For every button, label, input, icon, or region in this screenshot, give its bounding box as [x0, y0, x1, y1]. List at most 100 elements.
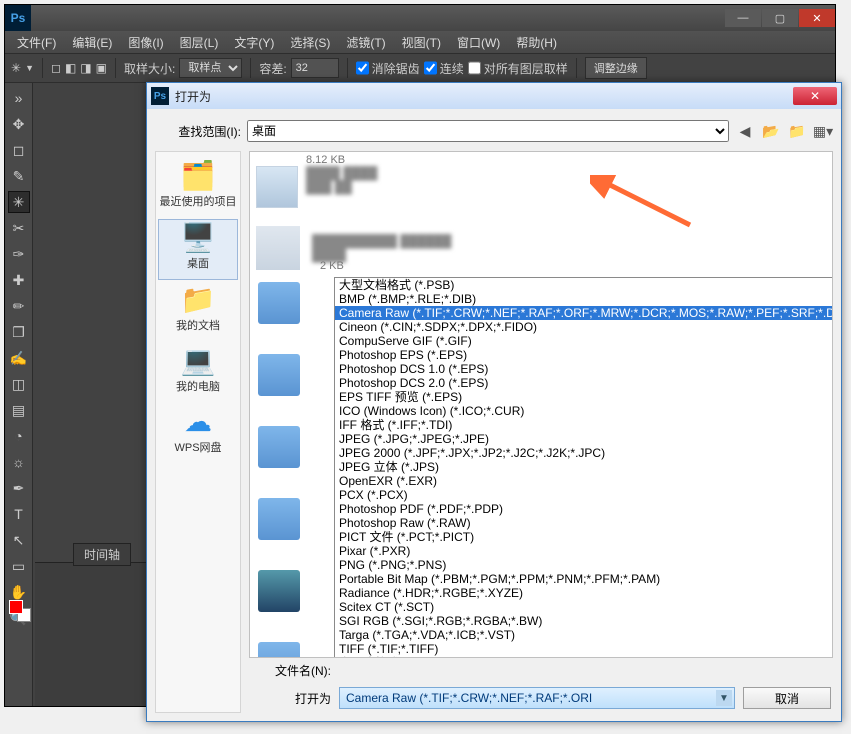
format-option[interactable]: IFF 格式 (*.IFF;*.TDI)	[335, 418, 833, 432]
sidebar-recent[interactable]: 🗂️最近使用的项目	[158, 158, 238, 217]
menu-layer[interactable]: 图层(L)	[172, 34, 227, 51]
dialog-close-button[interactable]: ✕	[793, 87, 837, 105]
format-option[interactable]: SGI RGB (*.SGI;*.RGB;*.RGBA;*.BW)	[335, 614, 833, 628]
format-option[interactable]: Targa (*.TGA;*.VDA;*.ICB;*.VST)	[335, 628, 833, 642]
file-icon[interactable]	[258, 426, 300, 468]
format-option[interactable]: Photoshop Raw (*.RAW)	[335, 516, 833, 530]
selection-mode-intersect-icon[interactable]: ▣	[96, 61, 107, 75]
back-icon[interactable]: ◀	[735, 121, 755, 141]
antialias-checkbox[interactable]: 消除锯齿	[356, 58, 420, 78]
magic-wand-tool-icon[interactable]: ✳	[8, 191, 30, 213]
maximize-button[interactable]: ▢	[762, 9, 798, 27]
ps-titlebar[interactable]: Ps — ▢ ✕	[5, 5, 835, 31]
format-option[interactable]: Photoshop DCS 2.0 (*.EPS)	[335, 376, 833, 390]
adjust-edge-button[interactable]: 调整边缘	[585, 57, 647, 79]
format-option[interactable]: PICT 文件 (*.PCT;*.PICT)	[335, 530, 833, 544]
format-option[interactable]: Pixar (*.PXR)	[335, 544, 833, 558]
format-option[interactable]: Photoshop DCS 1.0 (*.EPS)	[335, 362, 833, 376]
eraser-tool-icon[interactable]: ◫	[8, 373, 30, 395]
format-option[interactable]: Cineon (*.CIN;*.SDPX;*.DPX;*.FIDO)	[335, 320, 833, 334]
file-thumb[interactable]	[256, 166, 298, 208]
format-option[interactable]: EPS TIFF 预览 (*.EPS)	[335, 390, 833, 404]
gradient-tool-icon[interactable]: ▤	[8, 399, 30, 421]
chevron-down-icon[interactable]: ▼	[25, 63, 34, 73]
sample-size-select[interactable]: 取样点	[179, 58, 242, 78]
format-option[interactable]: BMP (*.BMP;*.RLE;*.DIB)	[335, 292, 833, 306]
all-layers-checkbox[interactable]: 对所有图层取样	[468, 58, 568, 78]
look-in-select[interactable]: 桌面	[247, 120, 729, 142]
menu-select[interactable]: 选择(S)	[282, 34, 338, 51]
sidebar-mycomputer[interactable]: 💻我的电脑	[158, 343, 238, 402]
file-icon[interactable]	[258, 354, 300, 396]
foreground-background-colors[interactable]	[9, 600, 31, 622]
chevron-down-icon[interactable]: ▼	[716, 690, 732, 706]
menu-type[interactable]: 文字(Y)	[226, 34, 282, 51]
format-option[interactable]: CompuServe GIF (*.GIF)	[335, 334, 833, 348]
path-select-icon[interactable]: ↖	[8, 529, 30, 551]
format-option[interactable]: Portable Bit Map (*.PBM;*.PGM;*.PPM;*.PN…	[335, 572, 833, 586]
type-tool-icon[interactable]: T	[8, 503, 30, 525]
marquee-tool-icon[interactable]: ◻	[8, 139, 30, 161]
format-option[interactable]: JPEG (*.JPG;*.JPEG;*.JPE)	[335, 432, 833, 446]
dodge-tool-icon[interactable]: ☼	[8, 451, 30, 473]
menu-help[interactable]: 帮助(H)	[508, 34, 565, 51]
format-option[interactable]: Photoshop PDF (*.PDF;*.PDP)	[335, 502, 833, 516]
contiguous-checkbox[interactable]: 连续	[424, 58, 464, 78]
new-folder-icon[interactable]: 📁	[787, 121, 807, 141]
crop-tool-icon[interactable]: ✂	[8, 217, 30, 239]
file-list[interactable]: 8.12 KB ████ ███████ ██ ██████████ █████…	[249, 151, 833, 658]
file-icon[interactable]	[258, 642, 300, 658]
format-option[interactable]: JPEG 立体 (*.JPS)	[335, 460, 833, 474]
selection-mode-subtract-icon[interactable]: ◨	[80, 61, 91, 75]
file-icon[interactable]	[258, 498, 300, 540]
history-brush-icon[interactable]: ✍	[8, 347, 30, 369]
format-option[interactable]: Radiance (*.HDR;*.RGBE;*.XYZE)	[335, 586, 833, 600]
timeline-tab[interactable]: 时间轴	[73, 543, 131, 566]
blur-tool-icon[interactable]: ◔	[8, 425, 30, 447]
format-option[interactable]: Photoshop EPS (*.EPS)	[335, 348, 833, 362]
pen-tool-icon[interactable]: ✒	[8, 477, 30, 499]
eyedropper-tool-icon[interactable]: ✑	[8, 243, 30, 265]
menu-edit[interactable]: 编辑(E)	[64, 34, 120, 51]
stamp-tool-icon[interactable]: ❐	[8, 321, 30, 343]
menu-file[interactable]: 文件(F)	[9, 34, 64, 51]
healing-tool-icon[interactable]: ✚	[8, 269, 30, 291]
format-dropdown-list[interactable]: 大型文档格式 (*.PSB)BMP (*.BMP;*.RLE;*.DIB)Cam…	[334, 277, 833, 658]
format-option[interactable]: OpenEXR (*.EXR)	[335, 474, 833, 488]
file-icon[interactable]	[258, 282, 300, 324]
file-thumb[interactable]	[256, 226, 300, 270]
format-option[interactable]: PCX (*.PCX)	[335, 488, 833, 502]
format-option[interactable]: JPEG 2000 (*.JPF;*.JPX;*.JP2;*.J2C;*.J2K…	[335, 446, 833, 460]
selection-mode-add-icon[interactable]: ◧	[65, 61, 76, 75]
cancel-button[interactable]: 取消	[743, 687, 831, 709]
lasso-tool-icon[interactable]: ✎	[8, 165, 30, 187]
format-option[interactable]: 大型文档格式 (*.PSB)	[335, 278, 833, 292]
up-folder-icon[interactable]: 📂	[761, 121, 781, 141]
menu-image[interactable]: 图像(I)	[120, 34, 171, 51]
format-option[interactable]: Scitex CT (*.SCT)	[335, 600, 833, 614]
minimize-button[interactable]: —	[725, 9, 761, 27]
brush-tool-icon[interactable]: ✏	[8, 295, 30, 317]
sidebar-wps[interactable]: ☁WPS网盘	[158, 404, 238, 463]
openas-combo[interactable]: Camera Raw (*.TIF;*.CRW;*.NEF;*.RAF;*.OR…	[339, 687, 735, 709]
format-option[interactable]: TIFF (*.TIF;*.TIFF)	[335, 642, 833, 656]
close-button[interactable]: ✕	[799, 9, 835, 27]
move-tool-icon[interactable]: ✥	[8, 113, 30, 135]
view-menu-icon[interactable]: ▦▾	[813, 121, 833, 141]
menu-view[interactable]: 视图(T)	[394, 34, 449, 51]
format-option[interactable]: 多图片格式 (*.MPO)	[335, 656, 833, 658]
menu-filter[interactable]: 滤镜(T)	[338, 34, 393, 51]
foreground-color-swatch[interactable]	[9, 600, 23, 614]
tolerance-input[interactable]	[291, 58, 339, 78]
dialog-titlebar[interactable]: Ps 打开为 ✕	[147, 83, 841, 109]
file-icon[interactable]	[258, 570, 300, 612]
magic-wand-icon[interactable]: ✳	[11, 61, 21, 75]
menu-window[interactable]: 窗口(W)	[449, 34, 508, 51]
format-option[interactable]: PNG (*.PNG;*.PNS)	[335, 558, 833, 572]
shape-tool-icon[interactable]: ▭	[8, 555, 30, 577]
sidebar-desktop[interactable]: 🖥️桌面	[158, 219, 238, 280]
selection-mode-new-icon[interactable]: ◻	[51, 61, 61, 75]
format-option[interactable]: ICO (Windows Icon) (*.ICO;*.CUR)	[335, 404, 833, 418]
format-option[interactable]: Camera Raw (*.TIF;*.CRW;*.NEF;*.RAF;*.OR…	[335, 306, 833, 320]
sidebar-mydocs[interactable]: 📁我的文档	[158, 282, 238, 341]
